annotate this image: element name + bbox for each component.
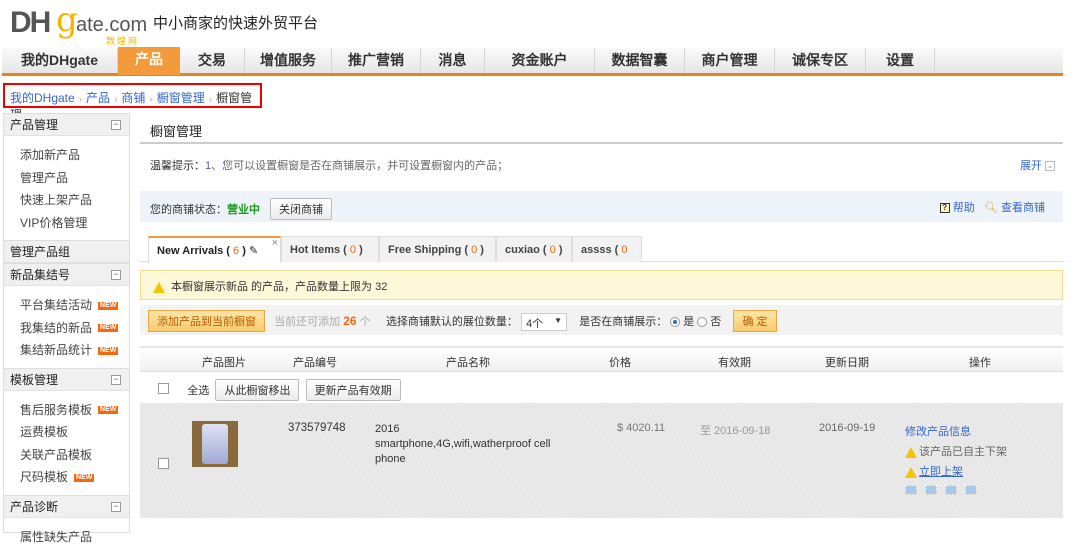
sidebar-item-manage-products[interactable]: 管理产品: [4, 167, 129, 190]
status-badge: 营业中: [227, 204, 260, 216]
close-icon[interactable]: ×: [272, 230, 278, 256]
sidebar-group-templates[interactable]: 模板管理 −: [4, 367, 129, 391]
new-badge: NEW: [74, 473, 95, 482]
show-yes-radio[interactable]: [670, 317, 681, 328]
store-status-bar: 您的商铺状态：营业中 关闭商铺 ? 帮助 🔍︎ 查看商铺: [140, 191, 1063, 222]
new-badge: NEW: [98, 324, 119, 333]
product-validity: 至 2016-09-18: [700, 425, 771, 437]
sidebar-item-my-new-products[interactable]: 我集结的新品 NEW: [4, 317, 129, 340]
nav-merchant[interactable]: 商户管理: [685, 48, 775, 73]
edit-product-link[interactable]: 修改产品信息: [905, 422, 1007, 442]
warning-icon: [153, 281, 165, 293]
view-store-link[interactable]: 查看商铺: [1001, 202, 1045, 214]
sidebar-item-add-product[interactable]: 添加新产品: [4, 144, 129, 167]
row-checkbox[interactable]: [158, 458, 169, 469]
relist-link[interactable]: 立即上架: [919, 466, 963, 478]
bulk-actions: 全选 从此橱窗移出 更新产品有效期: [158, 379, 401, 401]
nav-my-dhgate[interactable]: 我的DHgate: [2, 48, 118, 73]
nav-settings[interactable]: 设置: [866, 48, 935, 73]
product-actions: 修改产品信息 该产品已自主下架 立即上架: [905, 422, 1007, 502]
sidebar-item-aftersale-template[interactable]: 售后服务模板 NEW: [4, 399, 129, 422]
sidebar-group-diagnosis[interactable]: 产品诊断 −: [4, 494, 129, 518]
breadcrumb-store[interactable]: 商铺: [121, 91, 145, 105]
nav-promotion[interactable]: 推广营销: [332, 48, 421, 73]
confirm-button[interactable]: 确 定: [733, 310, 777, 332]
sidebar: 产品管理 − 添加新产品 管理产品 快速上架产品 VIP价格管理 管理产品组 新品…: [3, 113, 130, 544]
show-no-radio[interactable]: [697, 317, 708, 328]
product-id: 373579748: [288, 422, 346, 434]
remove-from-window-button[interactable]: 从此橱窗移出: [215, 379, 300, 401]
breadcrumb-my-dhgate[interactable]: 我的DHgate: [10, 91, 75, 105]
breadcrumb-products[interactable]: 产品: [86, 91, 110, 105]
breadcrumb-window[interactable]: 橱窗管理: [157, 91, 205, 105]
warning-banner: 本橱窗展示新品 的产品，产品数量上限为 32: [140, 270, 1063, 300]
product-name[interactable]: 2016 smartphone,4G,wifi,watherproof cell p…: [375, 422, 550, 467]
move-top-icon[interactable]: [905, 485, 917, 495]
sidebar-group-new-products[interactable]: 新品集结号 −: [4, 263, 129, 286]
breadcrumb: 我的DHgate›产品›商铺›橱窗管理›橱窗管理: [3, 83, 262, 122]
sidebar-item-size-template[interactable]: 尺码模板 NEW: [4, 466, 129, 489]
warning-icon: [905, 466, 917, 478]
main-nav: 我的DHgate 产品 交易 增值服务 推广营销 消息 资金账户 数据智囊 商户…: [2, 47, 1063, 76]
edit-icon[interactable]: ✎: [249, 245, 258, 257]
slots-select[interactable]: 4个: [521, 313, 567, 332]
nav-messages[interactable]: 消息: [421, 48, 485, 73]
divider: [140, 142, 1063, 144]
tab-assss[interactable]: assss ( 0 ): [572, 236, 642, 282]
window-toolbar: 添加产品到当前橱窗 当前还可添加 26 个 选择商铺默认的展位数量： 4个 是否…: [140, 305, 1063, 335]
help-icon: ?: [939, 203, 950, 214]
help-link[interactable]: 帮助: [953, 202, 975, 214]
add-product-button[interactable]: 添加产品到当前橱窗: [148, 310, 265, 332]
new-badge: NEW: [98, 406, 119, 415]
product-price: $ 4020.11: [617, 422, 666, 434]
table-row: 373579748 2016 smartphone,4G,wifi,watherp…: [140, 403, 1063, 518]
new-badge: NEW: [98, 346, 119, 355]
collapse-icon[interactable]: −: [111, 374, 121, 385]
nav-funds[interactable]: 资金账户: [485, 48, 595, 73]
dhgate-logo[interactable]: DH g ate.com 敦煌网: [10, 0, 147, 46]
product-image[interactable]: [192, 421, 238, 467]
select-all-checkbox[interactable]: [158, 383, 169, 394]
nav-guarantee[interactable]: 诚保专区: [775, 48, 866, 73]
collapse-icon[interactable]: −: [111, 270, 121, 280]
nav-trade[interactable]: 交易: [180, 48, 245, 73]
chevron-down-icon: ⌄: [1045, 161, 1055, 172]
tab-free-shipping[interactable]: Free Shipping ( 0 ): [379, 236, 496, 262]
sidebar-item-related-template[interactable]: 关联产品模板: [4, 444, 129, 467]
search-icon: 🔍︎: [983, 202, 998, 214]
nav-products[interactable]: 产品: [118, 47, 180, 75]
nav-value-services[interactable]: 增值服务: [245, 48, 332, 73]
move-down-icon[interactable]: [945, 485, 957, 495]
sidebar-group-product-groups[interactable]: 管理产品组: [4, 240, 129, 263]
window-tabs: New Arrivals ( 6 ) ✎ × Hot Items ( 0 ) Fr…: [140, 235, 1063, 282]
tip-text: 温馨提示：1、您可以设置橱窗是否在商铺展示，并可设置橱窗内的产品；: [150, 160, 509, 172]
close-store-button[interactable]: 关闭商铺: [270, 198, 332, 220]
renew-validity-button[interactable]: 更新产品有效期: [305, 379, 401, 401]
sidebar-item-quick-list[interactable]: 快速上架产品: [4, 189, 129, 212]
page-title: 橱窗管理: [150, 124, 203, 139]
warning-icon: [905, 446, 917, 458]
tab-hot-items[interactable]: Hot Items ( 0 ): [281, 236, 379, 262]
slogan: 中小商家的快速外贸平台: [153, 15, 319, 32]
new-badge: NEW: [98, 301, 119, 310]
expand-link[interactable]: 展开 ⌄: [1020, 157, 1055, 173]
sidebar-item-new-product-stats[interactable]: 集结新品统计 NEW: [4, 339, 129, 362]
product-updated: 2016-09-19: [819, 422, 876, 434]
table-header: 产品图片 产品编号 产品名称 价格 有效期 更新日期 操作: [140, 346, 1063, 372]
move-up-icon[interactable]: [925, 485, 937, 495]
remaining-count: 26: [343, 314, 357, 328]
sidebar-item-vip-price[interactable]: VIP价格管理: [4, 212, 129, 235]
tab-new-arrivals[interactable]: New Arrivals ( 6 ) ✎ ×: [148, 236, 281, 263]
sidebar-group-product-management[interactable]: 产品管理 −: [4, 113, 129, 136]
nav-data[interactable]: 数据智囊: [595, 48, 685, 73]
tab-cuxiao[interactable]: cuxiao ( 0 ): [496, 236, 572, 262]
sidebar-item-platform-activity[interactable]: 平台集结活动 NEW: [4, 294, 129, 317]
collapse-icon[interactable]: −: [111, 501, 121, 512]
collapse-icon[interactable]: −: [111, 120, 121, 130]
move-bottom-icon[interactable]: [965, 485, 977, 495]
sidebar-item-shipping-template[interactable]: 运费模板: [4, 421, 129, 444]
sidebar-item-missing-attributes[interactable]: 属性缺失产品: [4, 526, 129, 549]
